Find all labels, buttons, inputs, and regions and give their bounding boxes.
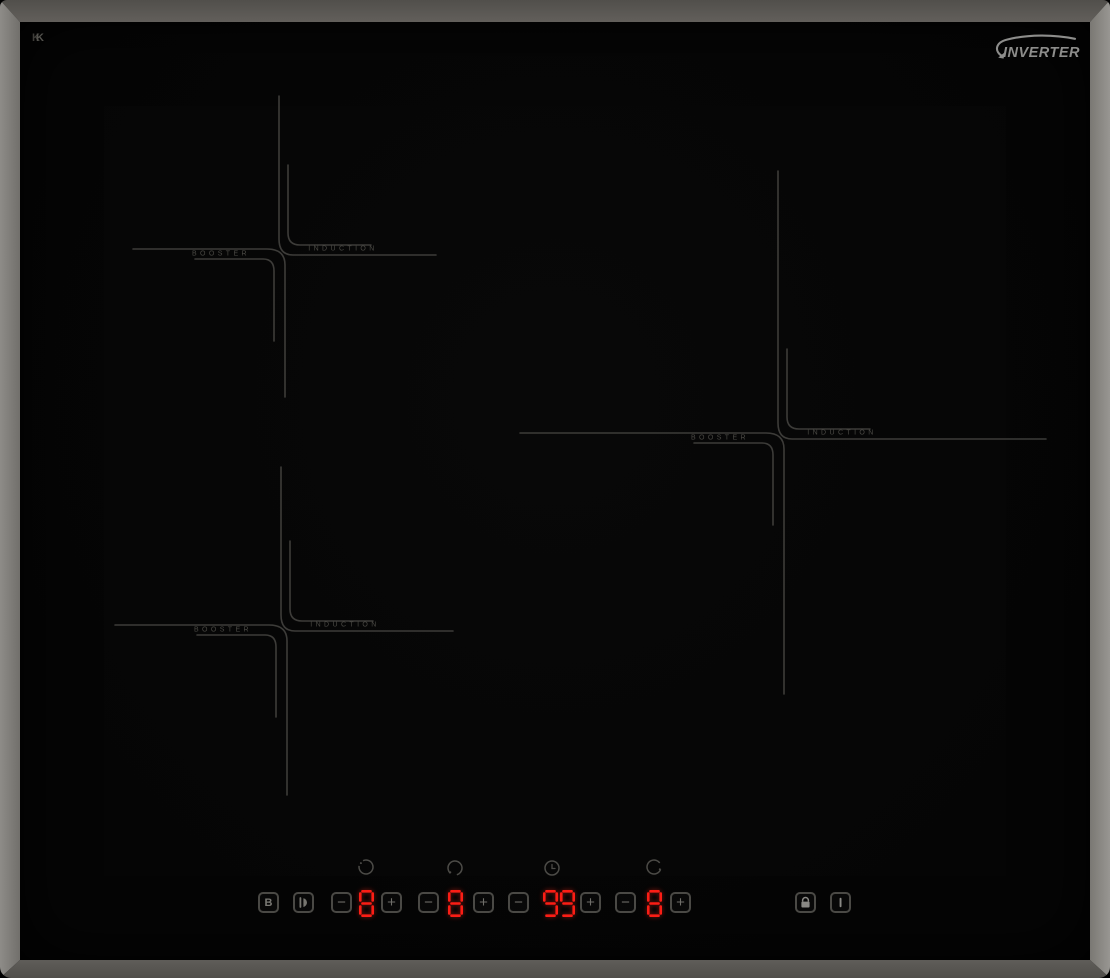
zone-1-minus-button[interactable]: − bbox=[331, 892, 352, 913]
frame-right bbox=[1090, 0, 1110, 978]
corner-brand-mark: K bbox=[36, 32, 44, 44]
zone-2-minus-button[interactable]: − bbox=[418, 892, 439, 913]
induction-hob: K INVERTER BOOSTER INDUCTION BOOSTER IND… bbox=[0, 0, 1110, 978]
zone-2-select-indicator ring-icon bbox=[447, 860, 463, 876]
timer-plus-button[interactable]: + bbox=[580, 892, 601, 913]
pause-button[interactable] bbox=[293, 892, 314, 913]
timer-minus-button[interactable]: − bbox=[508, 892, 529, 913]
frame-left bbox=[0, 0, 20, 978]
padlock-icon bbox=[797, 894, 814, 911]
child-lock-button[interactable] bbox=[795, 892, 816, 913]
zone-1-plus-button[interactable]: + bbox=[381, 892, 402, 913]
zone-1-select-indicator ring-icon bbox=[358, 859, 374, 875]
inverter-logo: INVERTER bbox=[990, 31, 1082, 63]
power-bar-icon bbox=[832, 894, 849, 911]
frame-bottom bbox=[0, 960, 1110, 978]
pause-play-icon bbox=[295, 894, 312, 911]
booster-button[interactable]: B bbox=[258, 892, 279, 913]
zone-2-power-display bbox=[448, 890, 463, 917]
zone-3-select-indicator ring-icon bbox=[646, 859, 662, 875]
logo-text: INVERTER bbox=[1003, 45, 1080, 61]
zone-3-power-display bbox=[647, 890, 662, 917]
power-button[interactable] bbox=[830, 892, 851, 913]
glass-surface bbox=[20, 22, 1090, 960]
timer-clock-icon bbox=[544, 860, 560, 876]
zone-3-minus-button[interactable]: − bbox=[615, 892, 636, 913]
zone-3-plus-button[interactable]: + bbox=[670, 892, 691, 913]
frame-top bbox=[0, 0, 1110, 22]
timer-display bbox=[543, 890, 575, 917]
zone-1-power-display bbox=[359, 890, 374, 917]
zone-2-plus-button[interactable]: + bbox=[473, 892, 494, 913]
